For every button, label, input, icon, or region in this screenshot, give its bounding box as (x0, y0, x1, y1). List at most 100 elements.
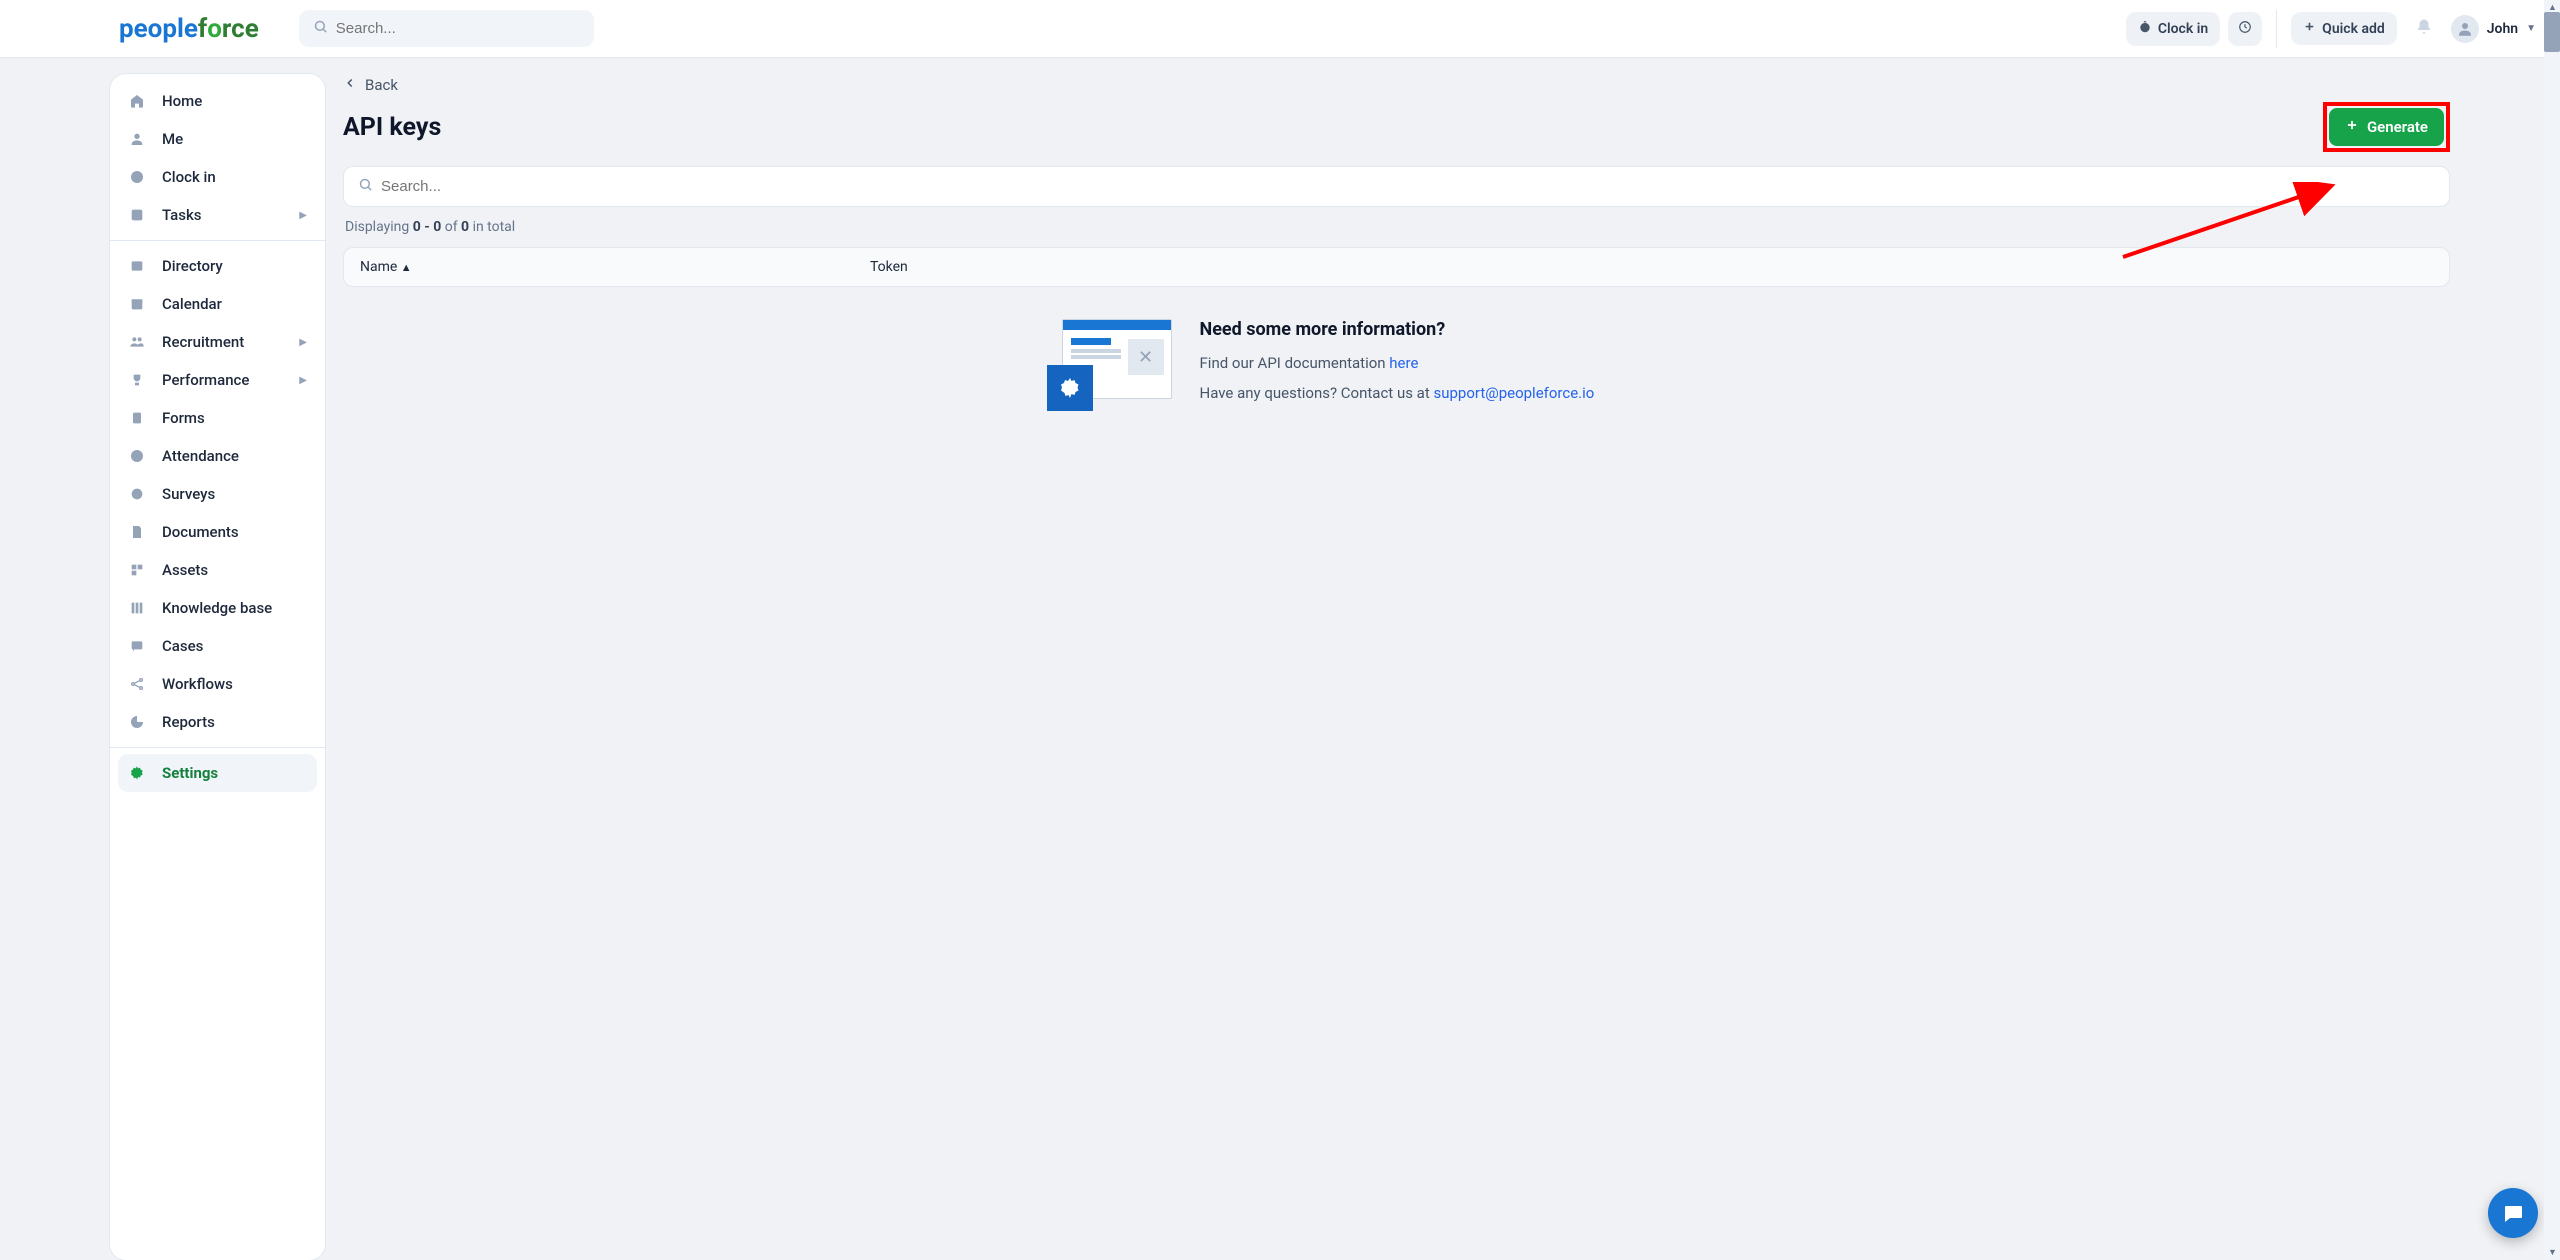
chevron-right-icon: ▶ (299, 210, 307, 221)
file-icon (128, 524, 146, 540)
scroll-down-icon[interactable]: ▼ (2548, 1247, 2557, 1258)
illustration: ✕ (1047, 319, 1172, 419)
topbar: peopleforce Clock in Quick add (0, 0, 2560, 58)
column-token[interactable]: Token (870, 259, 908, 275)
avatar (2451, 15, 2479, 43)
result-count: Displaying 0 - 0 of 0 in total (345, 219, 2448, 235)
nav-tasks[interactable]: Tasks ▶ (110, 196, 325, 234)
support-email-link[interactable]: support@peopleforce.io (1433, 384, 1594, 402)
nav-label: Recruitment (162, 333, 244, 351)
back-label: Back (365, 76, 398, 94)
nav-reports[interactable]: Reports (110, 703, 325, 741)
separator (110, 747, 325, 748)
check-icon (128, 207, 146, 223)
nav-forms[interactable]: Forms (110, 399, 325, 437)
nav-documents[interactable]: Documents (110, 513, 325, 551)
divider (2276, 10, 2277, 48)
nav-label: Assets (162, 561, 208, 579)
nav-attendance[interactable]: Attendance (110, 437, 325, 475)
id-icon (128, 258, 146, 274)
separator (110, 240, 325, 241)
quick-add-label: Quick add (2322, 21, 2385, 37)
nav-label: Cases (162, 637, 203, 655)
info-contact-line: Have any questions? Contact us at suppor… (1200, 384, 1595, 402)
nav-label: Home (162, 92, 202, 110)
clock-in-button[interactable]: Clock in (2126, 12, 2220, 46)
doc-link[interactable]: here (1389, 354, 1418, 372)
nav-label: Me (162, 130, 183, 148)
nav-label: Tasks (162, 206, 202, 224)
plus-icon (2303, 20, 2316, 37)
clock-in-label: Clock in (2158, 21, 2208, 37)
nav-assets[interactable]: Assets (110, 551, 325, 589)
clipboard-icon (128, 410, 146, 426)
chevron-left-icon (343, 76, 357, 94)
page-title: API keys (343, 113, 441, 142)
clock-icon (128, 169, 146, 185)
nav-knowledge-base[interactable]: Knowledge base (110, 589, 325, 627)
logo[interactable]: peopleforce (119, 14, 259, 44)
back-link[interactable]: Back (343, 76, 398, 94)
chat-launcher[interactable] (2488, 1188, 2538, 1238)
nav-label: Clock in (162, 168, 216, 186)
scroll-thumb[interactable] (2544, 12, 2560, 52)
nav-label: Knowledge base (162, 599, 272, 617)
chevron-right-icon: ▶ (299, 337, 307, 348)
search-icon (313, 19, 328, 38)
nav-label: Workflows (162, 675, 233, 693)
nav-label: Settings (162, 764, 218, 782)
home-icon (128, 93, 146, 109)
info-panel: ✕ Need some more information? Find our A… (987, 319, 1807, 419)
nav-recruitment[interactable]: Recruitment ▶ (110, 323, 325, 361)
trophy-icon (128, 372, 146, 388)
nav-label: Directory (162, 257, 223, 275)
quick-add-button[interactable]: Quick add (2291, 12, 2397, 45)
global-search-input[interactable] (336, 20, 580, 37)
annotation-highlight: Generate (2323, 102, 2450, 152)
plus-icon (2345, 118, 2359, 136)
clock-history-button[interactable] (2228, 12, 2262, 46)
nav-label: Reports (162, 713, 215, 731)
cubes-icon (128, 562, 146, 578)
scrollbar[interactable]: ▲ ▼ (2544, 0, 2560, 1260)
nav-surveys[interactable]: Surveys (110, 475, 325, 513)
notifications-button[interactable] (2415, 18, 2433, 40)
nav-calendar[interactable]: Calendar (110, 285, 325, 323)
nav-label: Surveys (162, 485, 215, 503)
nav-clock-in[interactable]: Clock in (110, 158, 325, 196)
nav-label: Performance (162, 371, 249, 389)
column-name[interactable]: Name ▲ (360, 259, 870, 275)
chevron-right-icon: ▶ (299, 375, 307, 386)
chevron-down-icon: ▼ (2526, 23, 2536, 34)
search-icon (358, 177, 373, 196)
calendar-icon (128, 296, 146, 312)
user-menu[interactable]: John ▼ (2451, 15, 2536, 43)
pie-icon (128, 714, 146, 730)
nav-performance[interactable]: Performance ▶ (110, 361, 325, 399)
people-icon (128, 334, 146, 350)
sort-asc-icon: ▲ (401, 261, 412, 274)
user-name: John (2487, 21, 2518, 37)
global-search[interactable] (299, 10, 594, 47)
nav-workflows[interactable]: Workflows (110, 665, 325, 703)
nav-label: Documents (162, 523, 239, 541)
nav-me[interactable]: Me (110, 120, 325, 158)
list-search[interactable] (343, 166, 2450, 207)
nav-directory[interactable]: Directory (110, 247, 325, 285)
clock-icon (128, 448, 146, 464)
nav-home[interactable]: Home (110, 82, 325, 120)
generate-label: Generate (2367, 118, 2428, 136)
gear-icon (1047, 365, 1093, 411)
content: Back API keys Generate Displaying 0 - 0 … (325, 58, 2560, 1260)
nav-label: Calendar (162, 295, 222, 313)
heart-icon (128, 486, 146, 502)
sidebar: Home Me Clock in Tasks ▶ Directory Calen… (110, 74, 325, 1260)
list-search-input[interactable] (381, 178, 2435, 195)
info-doc-line: Find our API documentation here (1200, 354, 1595, 372)
gear-icon (128, 765, 146, 781)
nav-settings[interactable]: Settings (118, 754, 317, 792)
nav-label: Attendance (162, 447, 239, 465)
nav-cases[interactable]: Cases (110, 627, 325, 665)
info-heading: Need some more information? (1200, 319, 1595, 340)
generate-button[interactable]: Generate (2329, 108, 2444, 146)
